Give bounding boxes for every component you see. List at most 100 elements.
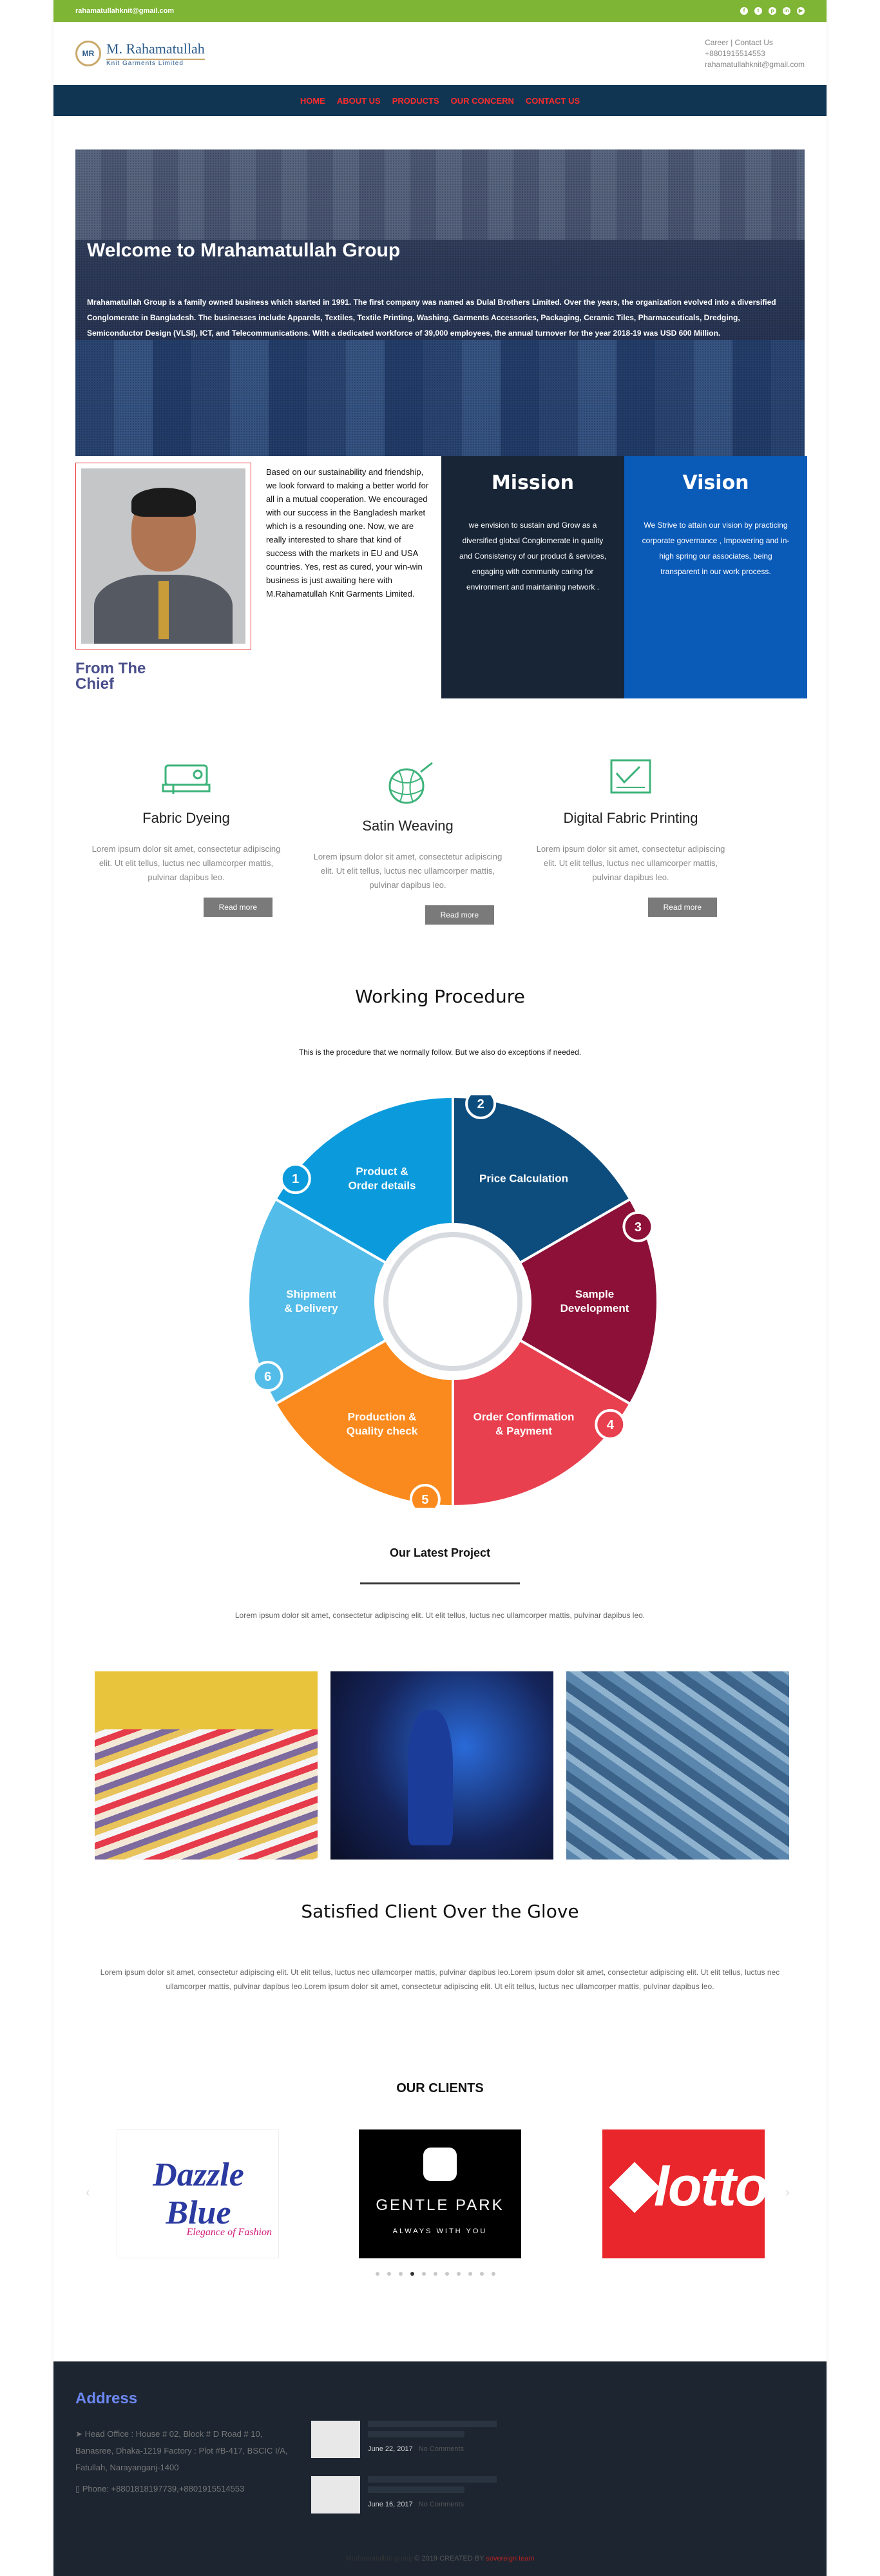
project-image-fabrics[interactable] xyxy=(95,1671,318,1860)
service-card: Satin Weaving Lorem ipsum dolor sit amet… xyxy=(298,762,517,925)
footer-phone: Phone: +8801818197739,+8801915514553 xyxy=(82,2484,245,2494)
read-more-button[interactable]: Read more xyxy=(203,898,273,917)
post-comments[interactable]: No Comments xyxy=(419,2501,464,2508)
top-bar: rahamatullahknit@gmail.com f t p in ▶ xyxy=(53,0,827,22)
nav-our-concern[interactable]: OUR CONCERN xyxy=(451,96,514,106)
clients-title: OUR CLIENTS xyxy=(396,2081,484,2095)
service-text: Lorem ipsum dolor sit amet, consectetur … xyxy=(313,852,502,890)
logo-subtitle: Knit Garments Limited xyxy=(106,58,205,67)
project-image-fashion[interactable] xyxy=(330,1671,553,1860)
linkedin-icon[interactable]: in xyxy=(783,7,790,15)
service-card: Digital Fabric Printing Lorem ipsum dolo… xyxy=(521,754,740,917)
service-title: Digital Fabric Printing xyxy=(563,810,698,826)
header-links[interactable]: Career | Contact Us xyxy=(705,37,805,48)
procedure-step-label: & Payment xyxy=(495,1425,552,1437)
procedure-step-label: & Delivery xyxy=(284,1302,338,1314)
service-card: Fabric Dyeing Lorem ipsum dolor sit amet… xyxy=(77,754,296,917)
satisfied-title: Satisfied Client Over the Glove xyxy=(301,1901,579,1922)
pinterest-icon[interactable]: p xyxy=(769,7,776,15)
chief-message: Based on our sustainability and friendsh… xyxy=(266,467,429,599)
carousel-dot[interactable] xyxy=(434,2272,437,2276)
carousel-dot[interactable] xyxy=(445,2272,449,2276)
mission-text: we envision to sustain and Grow as a div… xyxy=(459,521,607,591)
carousel-dot[interactable] xyxy=(480,2272,484,2276)
procedure-step-number: 1 xyxy=(292,1172,299,1186)
fabric-print-icon xyxy=(610,759,651,794)
phone-icon: ▯ xyxy=(75,2484,82,2494)
carousel-dot[interactable] xyxy=(422,2272,426,2276)
client-logo-gentle-park[interactable]: GENTLE PARK ALWAYS WITH YOU xyxy=(359,2129,521,2258)
post-thumbnail[interactable] xyxy=(311,2476,360,2514)
procedure-title: Working Procedure xyxy=(355,986,525,1007)
post-comments[interactable]: No Comments xyxy=(419,2445,464,2453)
title-divider xyxy=(360,1582,520,1584)
procedure-step-label: Quality check xyxy=(347,1425,418,1437)
procedure-step-label: Order Confirmation xyxy=(473,1411,575,1423)
procedure-step-number: 5 xyxy=(421,1493,428,1507)
project-image-denim[interactable] xyxy=(566,1671,789,1860)
site-logo[interactable]: MR M. Rahamatullah Knit Garments Limited xyxy=(75,41,205,67)
header-contact: Career | Contact Us +8801915514553 raham… xyxy=(705,37,805,70)
facebook-icon[interactable]: f xyxy=(740,7,748,15)
read-more-button[interactable]: Read more xyxy=(425,905,494,925)
logo-mark: MR xyxy=(75,41,101,66)
service-title: Satin Weaving xyxy=(362,818,454,834)
main-nav: HOME ABOUT US PRODUCTS OUR CONCERN CONTA… xyxy=(53,85,827,116)
service-title: Fabric Dyeing xyxy=(142,810,230,826)
procedure-step-label: Price Calculation xyxy=(479,1172,568,1184)
carousel-prev-icon[interactable]: ‹ xyxy=(86,2186,90,2200)
client-logo-lotto[interactable]: lotto xyxy=(602,2129,769,2258)
carousel-dots xyxy=(376,2272,495,2276)
post-date: June 16, 2017 xyxy=(368,2501,413,2508)
chief-photo xyxy=(75,463,251,649)
service-text: Lorem ipsum dolor sit amet, consectetur … xyxy=(91,844,281,882)
hero-text: Mrahamatullah Group is a family owned bu… xyxy=(87,298,776,338)
site-header: MR M. Rahamatullah Knit Garments Limited… xyxy=(53,22,827,85)
projects-text: Lorem ipsum dolor sit amet, consectetur … xyxy=(234,1611,646,1620)
carousel-dot[interactable] xyxy=(492,2272,495,2276)
youtube-icon[interactable]: ▶ xyxy=(797,7,805,15)
carousel-next-icon[interactable]: › xyxy=(785,2186,790,2200)
site-footer: Address ➤ Head Office : House # 02, Bloc… xyxy=(53,2361,827,2576)
procedure-step-number: 4 xyxy=(607,1418,615,1432)
vision-panel: Vision We Strive to attain our vision by… xyxy=(624,456,807,698)
carousel-dot[interactable] xyxy=(457,2272,461,2276)
carousel-dot[interactable] xyxy=(376,2272,379,2276)
mission-panel: Mission we envision to sustain and Grow … xyxy=(441,456,624,698)
nav-products[interactable]: PRODUCTS xyxy=(392,96,439,106)
vision-title: Vision xyxy=(682,472,749,494)
procedure-subtitle: This is the procedure that we normally f… xyxy=(298,1048,582,1057)
top-email[interactable]: rahamatullahknit@gmail.com xyxy=(75,7,174,15)
sewing-machine-icon xyxy=(162,764,211,794)
mission-title: Mission xyxy=(491,472,575,494)
location-icon: ➤ xyxy=(75,2429,85,2439)
nav-home[interactable]: HOME xyxy=(300,96,325,106)
carousel-dot[interactable] xyxy=(410,2272,414,2276)
carousel-dot[interactable] xyxy=(399,2272,403,2276)
yarn-ball-icon xyxy=(388,762,433,804)
procedure-step-label: Development xyxy=(560,1302,629,1314)
social-links: f t p in ▶ xyxy=(740,7,805,15)
procedure-step-label: Production & xyxy=(348,1411,417,1423)
chief-title: From The Chief xyxy=(75,660,146,693)
page-container: rahamatullahknit@gmail.com f t p in ▶ MR… xyxy=(53,0,827,2576)
procedure-hub xyxy=(383,1232,522,1371)
header-email: rahamatullahknit@gmail.com xyxy=(705,59,805,69)
hero-banner: Welcome to Mrahamatullah Group Mrahamatu… xyxy=(75,149,805,456)
procedure-step-number: 3 xyxy=(635,1220,642,1235)
post-thumbnail[interactable] xyxy=(311,2421,360,2458)
client-logo-dazzle-blue[interactable]: Dazzle Blue Elegance of Fashion xyxy=(117,2129,279,2258)
service-text: Lorem ipsum dolor sit amet, consectetur … xyxy=(536,844,725,882)
procedure-wheel: Product & Order details 1 Price Calculation… xyxy=(247,1095,659,1508)
footer-address-title: Address xyxy=(75,2390,138,2407)
nav-contact-us[interactable]: CONTACT US xyxy=(526,96,580,106)
twitter-icon[interactable]: t xyxy=(754,7,762,15)
carousel-dot[interactable] xyxy=(387,2272,391,2276)
nav-about-us[interactable]: ABOUT US xyxy=(337,96,381,106)
vision-text: We Strive to attain our vision by practi… xyxy=(642,521,790,576)
procedure-step-label: Sample xyxy=(575,1288,614,1300)
procedure-step-label: Order details xyxy=(349,1179,416,1191)
logo-name: M. Rahamatullah xyxy=(106,40,205,57)
read-more-button[interactable]: Read more xyxy=(647,898,717,917)
carousel-dot[interactable] xyxy=(468,2272,472,2276)
